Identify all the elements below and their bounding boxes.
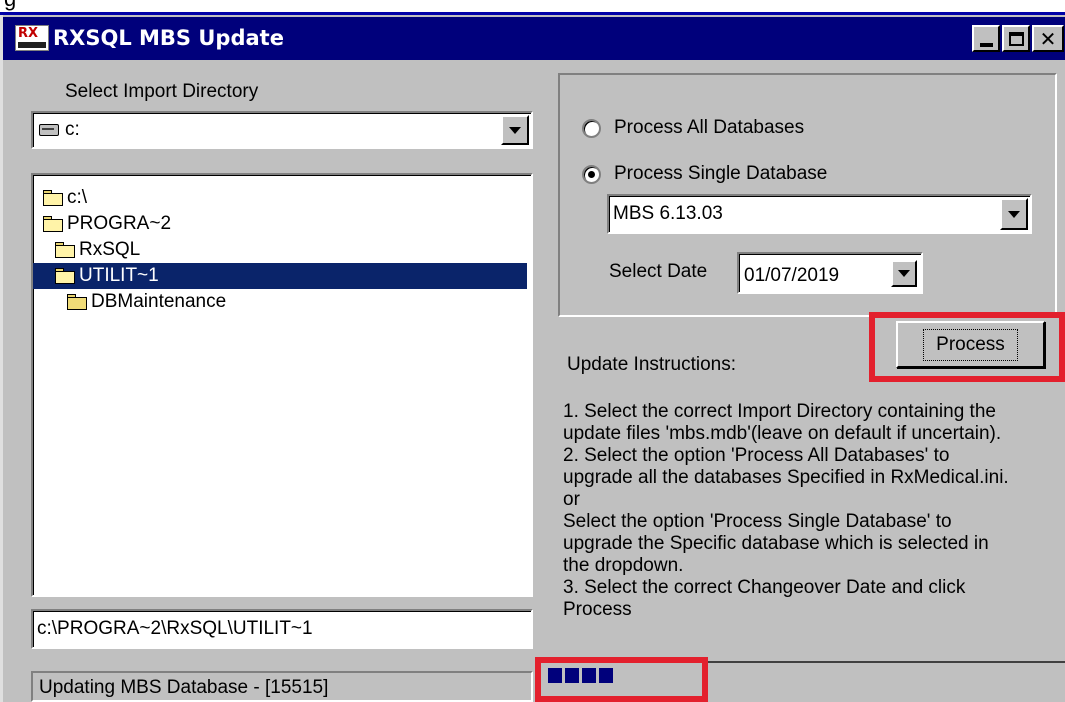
process-all-label: Process All Databases (614, 117, 805, 138)
process-all-radio[interactable] (582, 118, 601, 138)
open-folder-icon (55, 242, 76, 258)
process-button[interactable]: Process (896, 321, 1045, 368)
rx-app-icon: RX (15, 25, 49, 51)
process-all-option[interactable]: Process All Databases (582, 117, 804, 139)
instruction-line: or (563, 489, 580, 510)
drive-value: c: (65, 119, 80, 140)
directory-tree[interactable]: c:\ PROGRA~2 RxSQL UTILIT~1 DBMaintenanc… (31, 173, 533, 597)
title-bar[interactable]: RX RXSQL MBS Update ✕ (3, 15, 1065, 60)
update-instructions-heading: Update Instructions: (567, 354, 736, 375)
minimize-button[interactable] (972, 25, 1000, 52)
select-date-label: Select Date (609, 261, 708, 282)
process-button-label: Process (923, 328, 1018, 361)
maximize-icon (1008, 31, 1024, 46)
progress-highlight (535, 657, 708, 702)
close-icon: ✕ (1039, 26, 1057, 51)
database-value: MBS 6.13.03 (613, 203, 723, 224)
process-single-radio[interactable] (582, 164, 601, 184)
drive-icon (39, 124, 59, 136)
maximize-button[interactable] (1002, 25, 1030, 52)
top-text-fragment: g (4, 0, 16, 10)
database-select[interactable]: MBS 6.13.03 (607, 194, 1032, 234)
drive-dropdown-button[interactable] (501, 115, 529, 145)
date-picker[interactable]: 01/07/2019 (737, 252, 923, 294)
status-text: Updating MBS Database - [15515] (39, 677, 329, 698)
update-instructions-text: 1. Select the correct Import Directory c… (563, 401, 1058, 659)
instruction-line: update files 'mbs.mdb'(leave on default … (563, 423, 1002, 444)
radio-selected-dot (588, 170, 595, 178)
instruction-line: Process (563, 599, 632, 620)
tree-item-label: RxSQL (79, 239, 141, 260)
process-options-group: Process All Databases Process Single Dat… (558, 73, 1057, 317)
tree-item-progra[interactable]: PROGRA~2 (43, 211, 171, 237)
chevron-down-icon (509, 126, 521, 134)
instruction-line: 2. Select the option 'Process All Databa… (563, 445, 950, 466)
tree-item-label: PROGRA~2 (67, 213, 172, 234)
minimize-icon (979, 42, 993, 47)
rxsql-mbs-update-window: RX RXSQL MBS Update ✕ Select Import Dire… (0, 15, 1065, 702)
instruction-line: 1. Select the correct Import Directory c… (563, 401, 996, 422)
tree-item-utilit-selected[interactable]: UTILIT~1 (33, 263, 527, 289)
date-dropdown-button[interactable] (891, 260, 917, 287)
close-button[interactable]: ✕ (1032, 25, 1064, 52)
tree-item-dbmaintenance[interactable]: DBMaintenance (67, 289, 226, 315)
path-value: c:\PROGRA~2\RxSQL\UTILIT~1 (37, 618, 313, 639)
open-folder-icon (43, 190, 64, 206)
status-bar: Updating MBS Database - [15515] (31, 671, 533, 702)
instruction-line: the dropdown. (563, 555, 684, 576)
folder-icon (67, 294, 88, 310)
tree-item-root[interactable]: c:\ (43, 185, 87, 211)
path-field[interactable]: c:\PROGRA~2\RxSQL\UTILIT~1 (31, 609, 533, 649)
tree-item-label: DBMaintenance (91, 291, 227, 312)
instruction-line: 3. Select the correct Changeover Date an… (563, 577, 966, 598)
process-single-option[interactable]: Process Single Database (582, 163, 827, 185)
chevron-down-icon (1008, 210, 1020, 218)
chevron-down-icon (898, 270, 910, 277)
instruction-line: Select the option 'Process Single Databa… (563, 511, 952, 532)
window-title: RXSQL MBS Update (53, 26, 284, 50)
date-value: 01/07/2019 (744, 265, 840, 286)
instruction-line: upgrade all the databases Specified in R… (563, 467, 1009, 488)
import-directory-label: Select Import Directory (65, 81, 259, 102)
process-single-label: Process Single Database (614, 163, 828, 184)
open-folder-icon (55, 268, 76, 284)
tree-item-label: UTILIT~1 (79, 265, 159, 286)
tree-item-label: c:\ (67, 187, 88, 208)
instruction-line: upgrade the Specific database which is s… (563, 533, 989, 554)
drive-combobox[interactable]: c: (31, 111, 533, 149)
open-folder-icon (43, 216, 64, 232)
database-dropdown-button[interactable] (1000, 198, 1028, 230)
tree-item-rxsql[interactable]: RxSQL (55, 237, 140, 263)
